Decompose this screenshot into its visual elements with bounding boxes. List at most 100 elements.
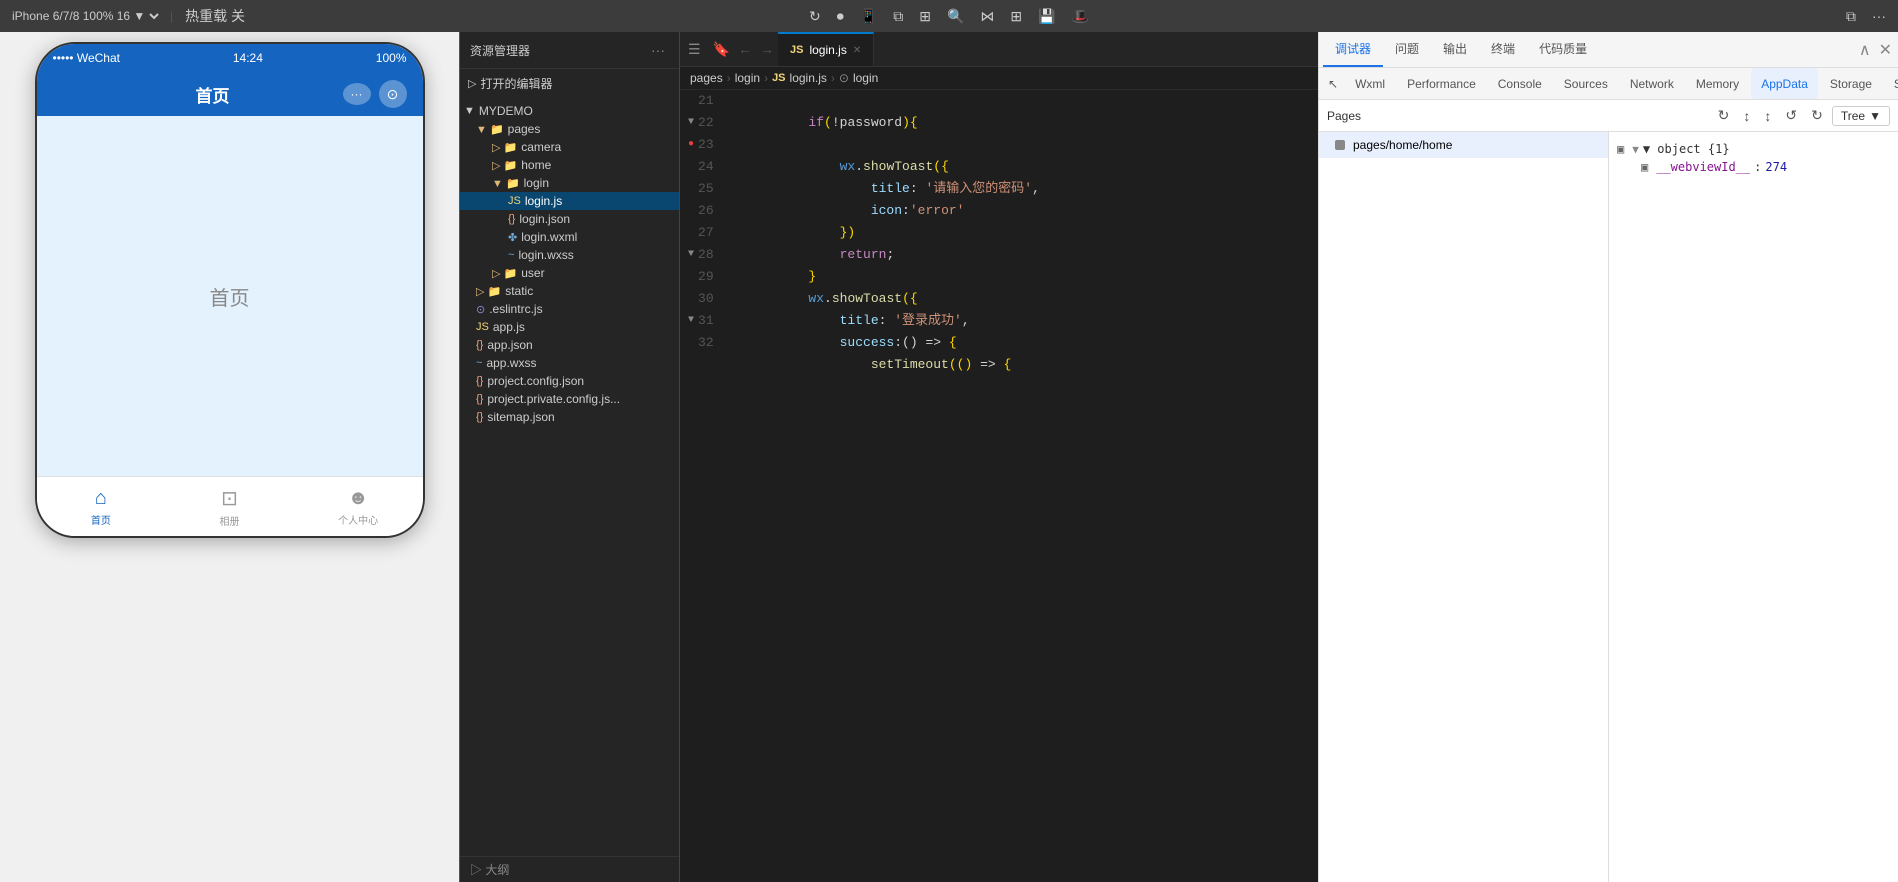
refresh-btn[interactable]: ↻ xyxy=(805,6,825,27)
login-wxml-file[interactable]: ✤ login.wxml xyxy=(460,228,679,246)
devtools-subtab-performance[interactable]: Performance xyxy=(1397,68,1486,99)
toolbar-left: iPhone 6/7/8 100% 16 ▼ | 热重载 关 xyxy=(8,4,797,28)
error-dot-23: ● xyxy=(688,134,694,156)
editor-tab-login-js[interactable]: JS login.js ✕ xyxy=(778,32,874,66)
app-json-file[interactable]: {} app.json xyxy=(460,336,679,354)
file-panel-title: 资源管理器 xyxy=(470,42,530,59)
phone-nav-camera-icon[interactable]: ⊙ xyxy=(379,80,407,108)
home-folder[interactable]: ▷ 📁 home xyxy=(460,156,679,174)
window-btn[interactable]: ⧉ xyxy=(889,6,907,27)
editor-tabs: ☰ 🔖 ← → JS login.js ✕ xyxy=(680,32,1318,67)
line-29: ▼ 29 xyxy=(688,266,722,288)
redo-btn[interactable]: ↻ xyxy=(1806,104,1828,127)
eslintrc-file[interactable]: ⊙ .eslintrc.js xyxy=(460,300,679,318)
save-btn[interactable]: 💾 xyxy=(1034,6,1059,27)
app-wxss-file[interactable]: ~ app.wxss xyxy=(460,354,679,372)
phone-content: 首页 xyxy=(37,116,423,476)
phone-panel: ••••• WeChat 14:24 100% 首页 ··· ⊙ 首页 ⌂ 首页 xyxy=(0,32,460,882)
static-folder[interactable]: ▷ 📁 static xyxy=(460,282,679,300)
phone-battery: 100% xyxy=(376,51,407,65)
code-content[interactable]: if(!password){ wx.showToast({ title: '请输… xyxy=(730,90,1318,882)
wechat-btn[interactable]: 🎩 xyxy=(1068,6,1093,27)
top-toolbar: iPhone 6/7/8 100% 16 ▼ | 热重载 关 ↻ ⏺ 📱 ⧉ ⊞… xyxy=(0,0,1898,32)
devtools-tab-quality[interactable]: 代码质量 xyxy=(1527,32,1599,67)
project-config-file[interactable]: {} project.config.json xyxy=(460,372,679,390)
tree-dropdown-btn[interactable]: Tree ▼ xyxy=(1832,106,1890,126)
login-json-icon: {} xyxy=(508,213,515,225)
phone-nav-dots[interactable]: ··· xyxy=(343,83,371,105)
breadcrumb-login-func[interactable]: login xyxy=(853,71,878,85)
editor-sidebar-toggle[interactable]: ☰ xyxy=(680,41,709,58)
page-item-home[interactable]: pages/home/home xyxy=(1319,132,1608,158)
data-expand-btn[interactable]: ▼ xyxy=(1632,143,1639,156)
copy-btn[interactable]: ⊞ xyxy=(915,6,935,27)
fold-arrow-22[interactable]: ▼ xyxy=(688,112,694,134)
breadcrumb-login[interactable]: login xyxy=(735,71,760,85)
editor-back-btn[interactable]: ← xyxy=(734,39,756,59)
devtools-tab-debugger[interactable]: 调试器 xyxy=(1323,32,1383,67)
devtools-subtab-memory[interactable]: Memory xyxy=(1686,68,1749,99)
login-folder[interactable]: ▼ 📁 login xyxy=(460,174,679,192)
add-child-btn[interactable]: ↕ xyxy=(1738,105,1755,127)
fold-arrow-28[interactable]: ▼ xyxy=(688,244,694,266)
project-private-file[interactable]: {} project.private.config.js... xyxy=(460,390,679,408)
static-folder-icon: ▷ 📁 xyxy=(476,285,501,298)
add-sibling-btn[interactable]: ↕ xyxy=(1759,105,1776,127)
camera-label: camera xyxy=(521,140,561,154)
devtools-tab-output[interactable]: 输出 xyxy=(1431,32,1479,67)
devtools-minimize-btn[interactable]: ∧ xyxy=(1857,38,1873,62)
editor-bookmark-btn[interactable]: 🔖 xyxy=(709,39,734,60)
page-dot-icon xyxy=(1335,140,1345,150)
devtools-tab-terminal[interactable]: 终端 xyxy=(1479,32,1527,67)
devtools-subtab-network[interactable]: Network xyxy=(1620,68,1684,99)
line-32: ▼ 32 xyxy=(688,332,722,354)
fold-arrow-31[interactable]: ▼ xyxy=(688,310,694,332)
login-json-file[interactable]: {} login.json xyxy=(460,210,679,228)
data-object-square-icon[interactable]: ▣ xyxy=(1617,142,1624,156)
devtools-tab-problems[interactable]: 问题 xyxy=(1383,32,1431,67)
phone-bottom-home[interactable]: ⌂ 首页 xyxy=(37,477,166,536)
line-24: ▼ 24 xyxy=(688,156,722,178)
sitemap-file[interactable]: {} sitemap.json xyxy=(460,408,679,426)
breadcrumb-loginjs[interactable]: login.js xyxy=(790,71,827,85)
phone-bottom-profile[interactable]: ☻ 个人中心 xyxy=(294,477,423,536)
refresh-data-btn[interactable]: ↻ xyxy=(1713,104,1735,127)
devtools-subtab-wxml[interactable]: Wxml xyxy=(1345,68,1395,99)
login-wxss-file[interactable]: ~ login.wxss xyxy=(460,246,679,264)
data-property-row: ▣ __webviewId__ : 274 xyxy=(1617,158,1890,176)
devtools-subtab-sources[interactable]: Sources xyxy=(1554,68,1618,99)
editor-tab-close[interactable]: ✕ xyxy=(853,45,861,56)
open-editors-toggle[interactable]: ▷ 打开的编辑器 xyxy=(460,73,679,94)
hot-reload-btn[interactable]: 热重载 关 xyxy=(181,4,249,28)
app-js-file[interactable]: JS app.js xyxy=(460,318,679,336)
search-btn[interactable]: 🔍 xyxy=(943,6,968,27)
undo-btn[interactable]: ↺ xyxy=(1780,104,1802,127)
code-line-30: title: '登录成功', xyxy=(746,313,970,328)
devtools-close-btn[interactable]: ✕ xyxy=(1877,38,1894,62)
device-select[interactable]: iPhone 6/7/8 100% 16 ▼ xyxy=(8,8,162,24)
stop-btn[interactable]: ⏺ xyxy=(833,6,848,27)
devtools-subtab-storage[interactable]: Storage xyxy=(1820,68,1882,99)
data-property-square-icon[interactable]: ▣ xyxy=(1641,160,1648,174)
devtools-cursor-btn[interactable]: ↖ xyxy=(1323,74,1343,94)
login-js-file[interactable]: JS login.js xyxy=(460,192,679,210)
pages-folder[interactable]: ▼ 📁 pages xyxy=(460,120,679,138)
user-folder[interactable]: ▷ 📁 user xyxy=(460,264,679,282)
devtools-subtab-security[interactable]: Security xyxy=(1884,68,1898,99)
user-folder-label: user xyxy=(521,266,544,280)
mydemo-toggle[interactable]: ▼ MYDEMO xyxy=(460,102,679,120)
split-btn[interactable]: ⧉ xyxy=(1842,6,1860,27)
phone-bottom-album[interactable]: ⊡ 相册 xyxy=(165,477,294,536)
devtools-subtab-console[interactable]: Console xyxy=(1488,68,1552,99)
camera-folder[interactable]: ▷ 📁 camera xyxy=(460,138,679,156)
devtools-subtab-appdata[interactable]: AppData xyxy=(1751,68,1818,99)
line-25: ▼ 25 xyxy=(688,178,722,200)
editor-forward-btn[interactable]: → xyxy=(756,39,778,59)
grid-btn[interactable]: ⊞ xyxy=(1006,6,1026,27)
breadcrumb-pages[interactable]: pages xyxy=(690,71,723,85)
code-btn[interactable]: ⋈ xyxy=(976,6,998,27)
file-panel-outline[interactable]: ▷ 大纲 xyxy=(460,856,679,882)
more-btn[interactable]: ··· xyxy=(1868,6,1890,26)
phone-btn[interactable]: 📱 xyxy=(856,6,881,27)
file-panel-more-btn[interactable]: ··· xyxy=(647,40,669,60)
